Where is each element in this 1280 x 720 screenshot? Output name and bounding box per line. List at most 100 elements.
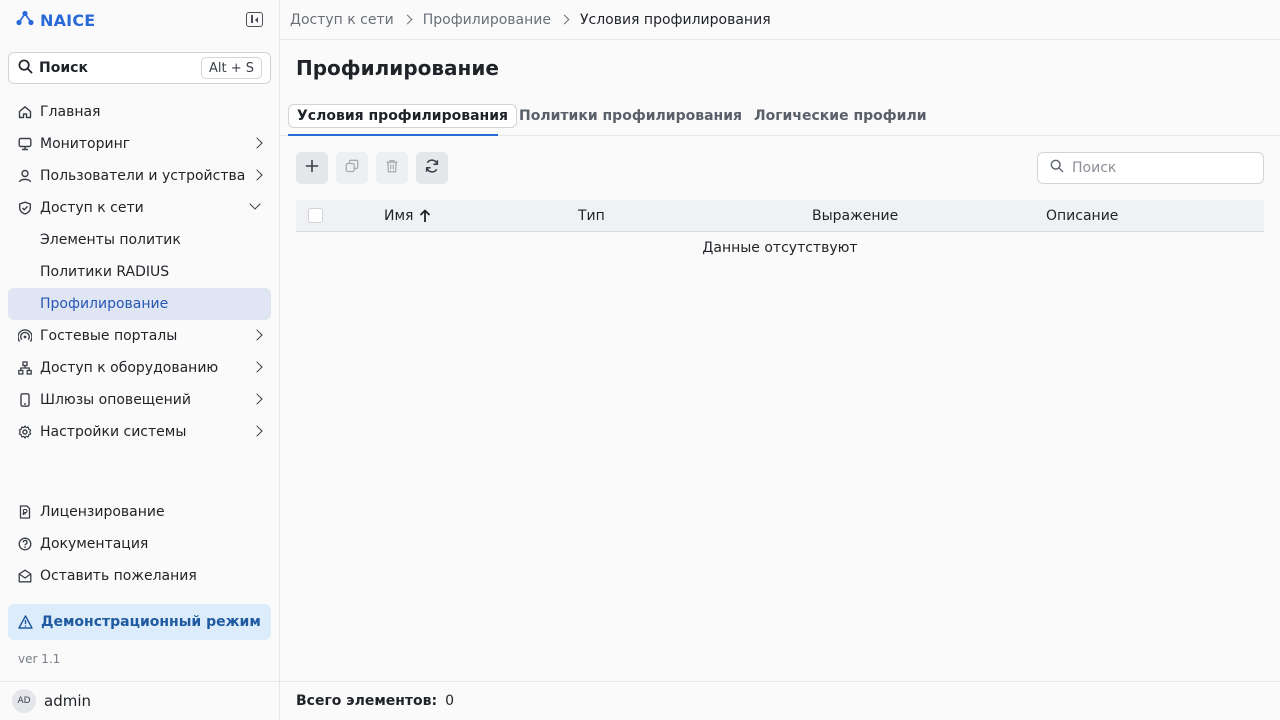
sidebar-item-label: Шлюзы оповещений bbox=[40, 392, 191, 408]
tab-profiling-conditions[interactable]: Условия профилирования bbox=[288, 96, 517, 136]
tab-label: Политики профилирования bbox=[519, 108, 743, 124]
page-title: Профилирование bbox=[296, 56, 499, 80]
demo-mode-banner[interactable]: Демонстрационный режим bbox=[8, 604, 271, 640]
naice-logo-icon bbox=[16, 10, 34, 30]
sidebar-item-profiling[interactable]: Профилирование bbox=[8, 288, 271, 320]
sidebar-item-label: Мониторинг bbox=[40, 136, 131, 152]
breadcrumb-item-current: Условия профилирования bbox=[579, 11, 771, 28]
column-header-name[interactable]: Имя bbox=[384, 200, 431, 232]
table-search-input[interactable] bbox=[1072, 160, 1242, 176]
table-empty-message: Данные отсутствуют bbox=[702, 240, 858, 256]
warning-icon bbox=[18, 615, 33, 629]
demo-mode-label: Демонстрационный режим bbox=[41, 614, 261, 630]
copy-icon bbox=[345, 159, 359, 177]
sidebar: NAICE Поиск Alt + S Главная Мониторинг П… bbox=[0, 0, 280, 720]
table-header: Имя Тип Выражение Описание bbox=[296, 200, 1264, 232]
refresh-icon bbox=[424, 158, 440, 178]
tab-label: Условия профилирования bbox=[288, 104, 517, 128]
brand-logo[interactable]: NAICE bbox=[16, 9, 95, 31]
sidebar-item-radius-policies[interactable]: Политики RADIUS bbox=[8, 256, 271, 288]
sidebar-item-label: Пользователи и устройства bbox=[40, 168, 246, 184]
search-icon bbox=[18, 59, 33, 78]
tab-profiling-policies[interactable]: Политики профилирования bbox=[519, 96, 742, 136]
brand-name: NAICE bbox=[40, 10, 96, 30]
sidebar-item-equipment-access[interactable]: Доступ к оборудованию bbox=[8, 352, 271, 384]
breadcrumb-item-profiling[interactable]: Профилирование bbox=[423, 12, 551, 28]
sidebar-item-users[interactable]: Пользователи и устройства bbox=[8, 160, 271, 192]
refresh-button[interactable] bbox=[416, 152, 448, 184]
gear-icon bbox=[18, 425, 32, 439]
sidebar-item-label: Профилирование bbox=[40, 296, 169, 312]
column-header-type[interactable]: Тип bbox=[578, 200, 605, 232]
sidebar-item-home[interactable]: Главная bbox=[8, 96, 271, 128]
chevron-right-icon bbox=[251, 425, 263, 437]
search-icon bbox=[1050, 159, 1064, 177]
chevron-down-icon bbox=[249, 198, 261, 210]
tab-logical-profiles[interactable]: Логические профили bbox=[754, 96, 927, 136]
sidebar-item-policy-elements[interactable]: Элементы политик bbox=[8, 224, 271, 256]
sidebar-nav: Главная Мониторинг Пользователи и устрой… bbox=[8, 96, 271, 448]
column-header-expression[interactable]: Выражение bbox=[812, 200, 898, 232]
chevron-right-icon bbox=[251, 137, 263, 149]
sidebar-item-monitoring[interactable]: Мониторинг bbox=[8, 128, 271, 160]
radio-icon bbox=[18, 329, 32, 343]
total-items-count: 0 bbox=[445, 693, 455, 709]
sidebar-item-label: Документация bbox=[40, 536, 149, 552]
user-name: admin bbox=[44, 692, 91, 710]
chevron-right-icon bbox=[251, 169, 263, 181]
sidebar-item-label: Доступ к сети bbox=[40, 200, 144, 216]
chevron-right-icon bbox=[251, 329, 263, 341]
sidebar-item-feedback[interactable]: Оставить пожелания bbox=[8, 560, 271, 592]
select-all-checkbox[interactable] bbox=[308, 208, 323, 223]
sidebar-item-label: Главная bbox=[40, 104, 101, 120]
phone-icon bbox=[18, 393, 32, 407]
sidebar-search-label: Поиск bbox=[39, 60, 88, 76]
copy-button[interactable] bbox=[336, 152, 368, 184]
shield-icon bbox=[18, 201, 32, 215]
table-footer: Всего элементов: 0 bbox=[280, 681, 1280, 720]
user-menu[interactable]: AD admin bbox=[0, 681, 279, 720]
license-icon bbox=[18, 505, 32, 519]
help-icon bbox=[18, 537, 32, 551]
avatar: AD bbox=[12, 689, 36, 713]
sidebar-search[interactable]: Поиск Alt + S bbox=[8, 52, 271, 84]
column-label: Тип bbox=[578, 208, 605, 224]
sort-ascending-icon bbox=[419, 209, 431, 223]
chevron-right-icon bbox=[559, 14, 570, 25]
network-icon bbox=[18, 361, 32, 375]
table-search[interactable] bbox=[1037, 152, 1264, 184]
column-label: Имя bbox=[384, 208, 414, 224]
sidebar-item-label: Политики RADIUS bbox=[40, 264, 170, 280]
sidebar-item-guest-portals[interactable]: Гостевые порталы bbox=[8, 320, 271, 352]
sidebar-item-label: Оставить пожелания bbox=[40, 568, 197, 584]
column-label: Описание bbox=[1046, 208, 1119, 224]
sidebar-item-alert-gateways[interactable]: Шлюзы оповещений bbox=[8, 384, 271, 416]
breadcrumb: Доступ к сети Профилирование Условия про… bbox=[280, 0, 1280, 40]
active-tab-indicator bbox=[288, 134, 498, 136]
sidebar-item-label: Доступ к оборудованию bbox=[40, 360, 219, 376]
column-header-description[interactable]: Описание bbox=[1046, 200, 1118, 232]
mail-icon bbox=[18, 569, 32, 583]
sidebar-item-label: Лицензирование bbox=[40, 504, 165, 520]
chevron-right-icon bbox=[402, 14, 413, 25]
sidebar-item-system-settings[interactable]: Настройки системы bbox=[8, 416, 271, 448]
home-icon bbox=[18, 105, 32, 119]
sidebar-item-label: Элементы политик bbox=[40, 232, 181, 248]
tabs: Условия профилирования Политики профилир… bbox=[280, 96, 1280, 136]
sidebar-item-documentation[interactable]: Документация bbox=[8, 528, 271, 560]
trash-icon bbox=[385, 159, 399, 177]
sidebar-item-licensing[interactable]: Лицензирование bbox=[8, 496, 271, 528]
monitor-icon bbox=[18, 137, 32, 151]
chevron-right-icon bbox=[251, 361, 263, 373]
sidebar-item-network-access[interactable]: Доступ к сети bbox=[8, 192, 271, 224]
table-toolbar bbox=[296, 152, 448, 184]
column-label: Выражение bbox=[812, 208, 899, 224]
sidebar-collapse-icon[interactable] bbox=[246, 12, 263, 27]
breadcrumb-item-network-access[interactable]: Доступ к сети bbox=[290, 12, 394, 28]
delete-button[interactable] bbox=[376, 152, 408, 184]
total-items-label: Всего элементов: bbox=[296, 693, 438, 709]
sidebar-bottom-nav: Лицензирование Документация Оставить пож… bbox=[8, 496, 271, 592]
tab-label: Логические профили bbox=[754, 108, 927, 124]
app-version: ver 1.1 bbox=[18, 652, 61, 666]
add-button[interactable] bbox=[296, 152, 328, 184]
